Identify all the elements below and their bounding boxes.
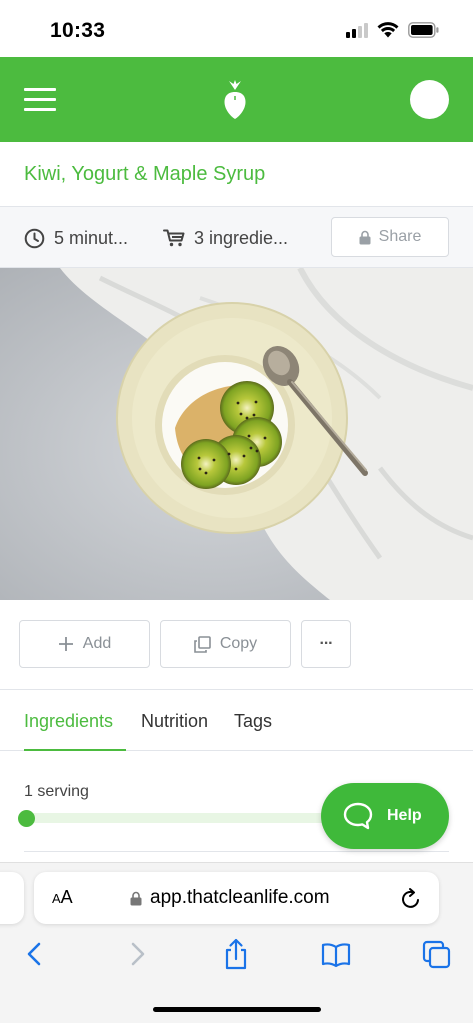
tab-tags[interactable]: Tags <box>234 711 272 732</box>
copy-icon <box>194 635 211 653</box>
lock-icon <box>359 230 371 244</box>
serving-label: 1 serving <box>24 783 89 800</box>
tabs-icon[interactable] <box>422 938 452 970</box>
hamburger-menu-icon[interactable] <box>24 88 56 112</box>
previous-tab-card[interactable] <box>0 872 24 924</box>
more-options-button[interactable]: ··· <box>301 620 351 668</box>
clock-icon <box>24 228 45 248</box>
recipe-photo <box>0 268 473 600</box>
page-title: Kiwi, Yogurt & Maple Syrup <box>24 163 266 185</box>
help-button[interactable]: Help <box>321 783 449 849</box>
divider <box>24 851 449 852</box>
reload-icon[interactable] <box>400 886 422 910</box>
plus-icon <box>58 637 73 651</box>
strawberry-logo-icon[interactable] <box>221 80 249 120</box>
active-tab-indicator <box>24 749 126 751</box>
status-bar: 10:33 <box>0 0 473 57</box>
battery-icon <box>408 22 439 38</box>
tab-nutrition[interactable]: Nutrition <box>141 711 208 732</box>
chat-bubble-icon <box>343 802 373 830</box>
home-indicator <box>153 1007 321 1012</box>
share-button[interactable]: Share <box>331 217 449 257</box>
copy-label: Copy <box>219 635 258 652</box>
status-time: 10:33 <box>50 19 106 42</box>
lock-icon <box>130 891 142 905</box>
cart-icon <box>163 229 185 247</box>
share-icon[interactable] <box>221 938 251 970</box>
bookmarks-icon[interactable] <box>321 938 351 970</box>
serving-slider-track[interactable] <box>24 813 354 823</box>
tab-ingredients[interactable]: Ingredients <box>24 711 113 732</box>
copy-button[interactable]: Copy <box>160 620 291 668</box>
avatar[interactable] <box>410 80 449 119</box>
back-icon[interactable] <box>20 938 50 970</box>
add-button[interactable]: Add <box>19 620 150 668</box>
forward-icon[interactable] <box>122 938 152 970</box>
ingredients-count-label: 3 ingredie... <box>194 227 289 248</box>
cellular-signal-icon <box>346 22 370 38</box>
prep-time-label: 5 minut... <box>54 227 129 248</box>
wifi-icon <box>377 22 399 38</box>
add-label: Add <box>82 635 112 652</box>
url-display[interactable]: app.thatcleanlife.com <box>130 887 330 909</box>
share-label: Share <box>378 228 422 245</box>
help-label: Help <box>387 807 422 824</box>
prep-time: 5 minut... <box>24 227 128 249</box>
serving-slider-handle[interactable] <box>18 810 35 827</box>
ingredients-count: 3 ingredie... <box>163 227 288 249</box>
url-text: app.thatcleanlife.com <box>150 887 330 908</box>
text-size-button[interactable]: AA <box>52 887 73 908</box>
more-icon: ··· <box>319 635 334 652</box>
